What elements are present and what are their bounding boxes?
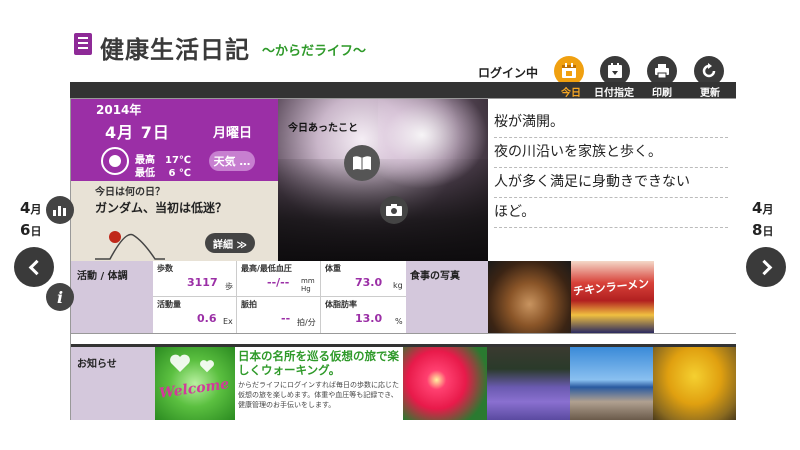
steps-unit: 歩 xyxy=(225,282,233,291)
pulse-title: 脈拍 xyxy=(241,300,257,309)
section-divider xyxy=(71,333,736,347)
date-weekday: 月曜日 xyxy=(213,126,253,141)
date-panel: 2014年 4月 7日 月曜日 最高 17℃ 最低 6 ℃ 天気 … xyxy=(71,99,278,181)
news-image-lavender[interactable] xyxy=(487,347,570,420)
activity-label: 活動 / 体調 xyxy=(77,271,128,282)
info-icon[interactable]: i xyxy=(46,283,74,311)
body-fat-title: 体脂肪率 xyxy=(325,300,357,309)
welcome-text: Welcome xyxy=(158,376,231,402)
body-fat-value: 13.0 xyxy=(355,312,383,325)
date-month-day: 4月 7日 xyxy=(105,123,170,142)
weight-value: 73.0 xyxy=(355,276,383,289)
trivia-answer: ガンダム、当初は低迷？ xyxy=(95,201,228,215)
news-image-beach[interactable] xyxy=(570,347,653,420)
next-day-button[interactable] xyxy=(746,247,786,287)
next-month: 4 xyxy=(752,199,763,217)
app-subtitle: ～からだライフ～ xyxy=(262,44,367,59)
body-fat-unit: % xyxy=(395,317,403,326)
weight-cell: 体重 73.0 kg xyxy=(321,261,406,297)
prev-month-unit: 月 xyxy=(30,203,42,216)
prev-day: 6 xyxy=(20,221,31,239)
promo-body: からだライフにログインすれば毎日の歩数に応じた仮想の旅を楽しめます。体重や血圧等… xyxy=(238,381,399,409)
diary-line: 夜の川沿いを家族と歩く。 xyxy=(494,141,728,168)
refresh-icon xyxy=(702,63,716,78)
promo-heading: 日本の名所を巡る仮想の旅で楽しくウォーキング。 xyxy=(238,349,399,377)
news-section-label: お知らせ xyxy=(71,347,155,420)
meal-section-label: 食事の写真 xyxy=(406,261,488,333)
print-label: 印刷 xyxy=(652,88,672,99)
activity-section-label: 活動 / 体調 xyxy=(71,261,153,333)
detail-button[interactable]: 詳細 ≫ xyxy=(205,233,255,253)
calendar-today-icon xyxy=(562,63,576,78)
body-fat-cell: 体脂肪率 13.0 % xyxy=(321,297,406,333)
news-image-flower[interactable] xyxy=(403,347,487,420)
today-trivia-panel: 今日は何の日？ ガンダム、当初は低迷？ 詳細 ≫ xyxy=(71,181,278,261)
welcome-banner[interactable]: Welcome xyxy=(155,347,235,420)
mountain-illustration-icon xyxy=(95,231,165,260)
diary-line: ほど。 xyxy=(494,201,728,228)
news-label: お知らせ xyxy=(77,359,117,370)
trivia-question: 今日は何の日？ xyxy=(95,187,165,198)
app-logo-icon xyxy=(74,33,92,55)
photo-label: 今日あったこと xyxy=(288,123,358,134)
weather-button[interactable]: 天気 … xyxy=(209,151,255,171)
calendar-select-icon xyxy=(608,63,622,78)
blood-pressure-unit: mm Hg xyxy=(301,277,315,293)
diary-line: 桜が満開。 xyxy=(494,111,728,138)
camera-icon[interactable] xyxy=(380,196,408,224)
next-month-unit: 月 xyxy=(762,203,774,216)
book-icon[interactable] xyxy=(344,145,380,181)
steps-value: 3117 xyxy=(187,276,218,289)
login-status: ログイン中 xyxy=(478,66,539,80)
app-title: 健康生活日記 xyxy=(100,36,250,64)
meal-photo-empty[interactable] xyxy=(654,261,736,333)
activity-amount-cell: 活動量 0.6 Ex xyxy=(153,297,237,333)
prev-date: 4月 6日 xyxy=(20,198,41,242)
toolbar-strip xyxy=(70,82,736,98)
activity-amount-unit: Ex xyxy=(223,317,233,326)
blood-pressure-cell: 最高/最低血圧 --/-- mm Hg xyxy=(237,261,321,297)
activity-stats[interactable]: 歩数 3117 歩 最高/最低血圧 --/-- mm Hg 体重 73.0 kg… xyxy=(153,261,406,333)
prev-day-button[interactable] xyxy=(14,247,54,287)
meal-photo[interactable] xyxy=(488,261,571,333)
activity-amount-title: 活動量 xyxy=(157,300,181,309)
pulse-value: -- xyxy=(281,312,291,325)
diary-photo[interactable]: 今日あったこと xyxy=(278,99,488,261)
main-panel: 2014年 4月 7日 月曜日 最高 17℃ 最低 6 ℃ 天気 … 今日は何の… xyxy=(70,98,736,420)
prev-day-unit: 日 xyxy=(30,225,42,238)
pulse-cell: 脈拍 -- 拍/分 xyxy=(237,297,321,333)
steps-title: 歩数 xyxy=(157,264,173,273)
next-date: 4月 8日 xyxy=(752,198,773,242)
diary-line: 人が多く満足に身動きできない xyxy=(494,171,728,198)
prev-month: 4 xyxy=(20,199,31,217)
diary-text-panel[interactable]: 桜が満開。 夜の川沿いを家族と歩く。 人が多く満足に身動きできない ほど。 xyxy=(488,99,736,261)
chart-icon[interactable] xyxy=(46,196,74,224)
date-year: 2014年 xyxy=(96,103,142,117)
weight-title: 体重 xyxy=(325,264,341,273)
news-image-ginkgo[interactable] xyxy=(653,347,736,420)
meal-label: 食事の写真 xyxy=(410,271,460,282)
next-day-unit: 日 xyxy=(762,225,774,238)
meal-photo-text: チキンラーメン xyxy=(572,277,650,298)
blood-pressure-title: 最高/最低血圧 xyxy=(241,264,292,273)
promo-notice[interactable]: 日本の名所を巡る仮想の旅で楽しくウォーキング。 からだライフにログインすれば毎日… xyxy=(235,347,403,420)
today-label: 今日 xyxy=(561,88,581,99)
heart-icon xyxy=(200,360,214,373)
steps-cell: 歩数 3117 歩 xyxy=(153,261,237,297)
refresh-label: 更新 xyxy=(700,88,720,99)
printer-icon xyxy=(655,64,669,79)
weight-unit: kg xyxy=(393,281,403,290)
blood-pressure-value: --/-- xyxy=(267,276,290,289)
heart-icon xyxy=(170,354,190,372)
date-select-label: 日付指定 xyxy=(594,88,634,99)
temp-low: 最低 6 ℃ xyxy=(135,168,192,179)
next-day: 8 xyxy=(752,221,763,239)
pulse-unit: 拍/分 xyxy=(297,318,316,327)
meal-photo[interactable]: チキンラーメン xyxy=(571,261,654,333)
activity-amount-value: 0.6 xyxy=(197,312,217,325)
sunny-weather-icon xyxy=(101,147,129,175)
